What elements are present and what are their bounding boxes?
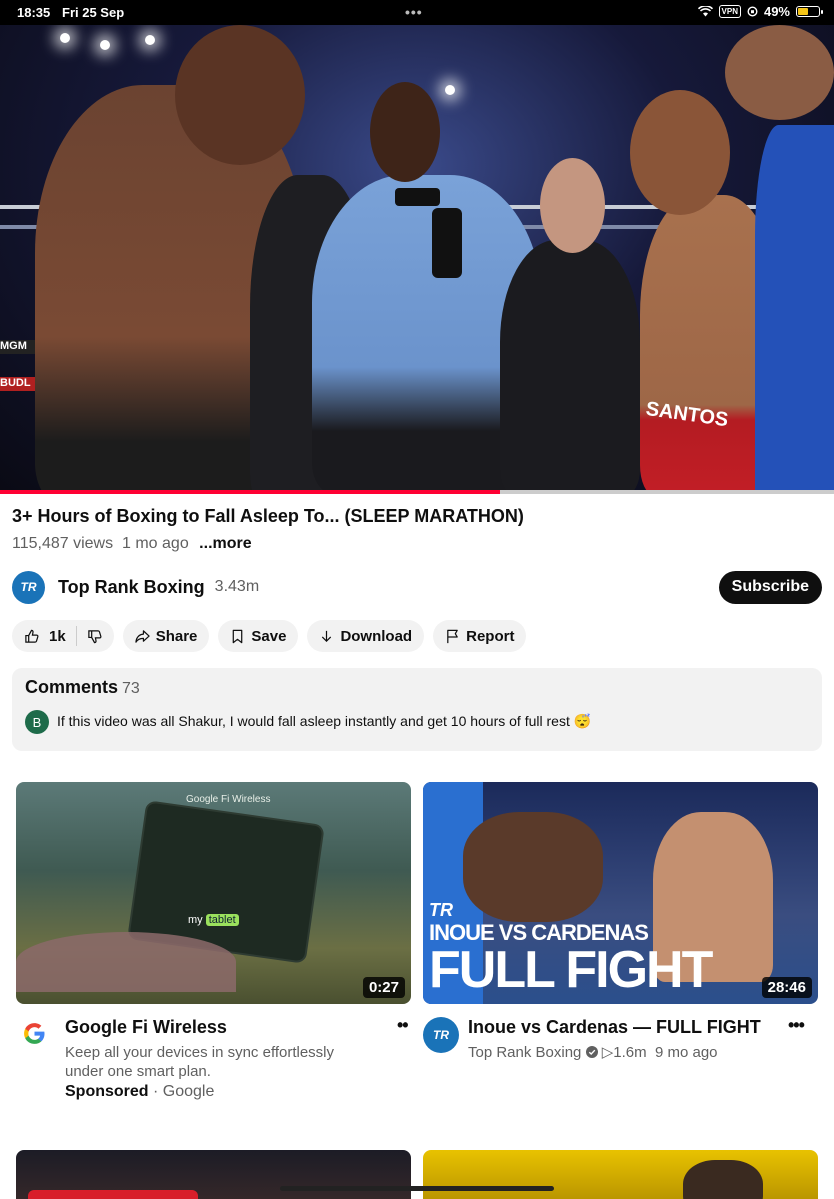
save-label: Save (251, 627, 287, 645)
thumbnail-tr-logo: TR (429, 900, 453, 920)
share-button[interactable]: Share (122, 620, 210, 652)
ad-sponsor-line: Sponsored · Google (65, 1083, 214, 1101)
battery-percent: 49% (763, 4, 790, 19)
recommended-age: 9 mo ago (654, 1044, 718, 1061)
video-title: 3+ Hours of Boxing to Fall Asleep To... … (12, 506, 524, 526)
ad-description: Keep all your devices in sync effortless… (65, 1044, 335, 1080)
like-button[interactable]: 1k (24, 628, 66, 645)
status-date: Fri 25 Sep (62, 5, 125, 20)
video-thumbnail-ad[interactable]: Google Fi Wireless my tablet 0:27 (16, 782, 411, 1004)
channel-name[interactable]: Top Rank Boxing (58, 577, 205, 598)
video-thumbnail-partial[interactable] (16, 1150, 411, 1199)
video-duration: 0:27 (362, 977, 405, 998)
report-label: Report (466, 627, 515, 645)
comments-heading-label: Comments (25, 677, 119, 697)
thumbs-down-icon[interactable] (87, 629, 102, 644)
status-time: 18:35 (17, 5, 51, 20)
google-logo-icon (22, 1021, 47, 1046)
like-divider (75, 626, 77, 646)
ad-title[interactable]: Google Fi Wireless (65, 1017, 227, 1038)
thumbnail-fighter-left (463, 812, 603, 922)
download-label: Download (340, 627, 413, 645)
more-options-icon[interactable]: ••• (788, 1015, 805, 1036)
report-button[interactable]: Report (433, 620, 527, 652)
tablet-label: my tablet (188, 914, 239, 926)
thumbs-up-icon (25, 629, 39, 643)
action-bar: 1k Share Save Download Report (12, 620, 527, 652)
comments-heading: Comments 73 (25, 677, 140, 698)
tablet-label-tablet: tablet (205, 914, 239, 926)
video-title-recommended[interactable]: Inoue vs Cardenas — FULL FIGHT (468, 1017, 761, 1038)
video-thumbnail[interactable]: TR INOUE VS CARDENAS FULL FIGHT 28:46 (423, 782, 818, 1004)
like-count: 1k (49, 627, 66, 645)
wifi-icon (697, 6, 713, 17)
download-button[interactable]: Download (307, 620, 425, 652)
battery-icon (796, 6, 823, 17)
orientation-lock-icon (747, 6, 758, 17)
recommended-channel-name: Top Rank Boxing (468, 1044, 582, 1061)
save-button[interactable]: Save (218, 620, 299, 652)
multitasking-dots[interactable]: ••• (405, 4, 423, 20)
channel-avatar[interactable]: TR (423, 1017, 459, 1053)
view-count: 115,487 views (12, 535, 114, 552)
comments-count: 73 (122, 680, 140, 697)
bookmark-icon (233, 629, 243, 643)
recommended-view-count: ▷1.6m (601, 1044, 647, 1061)
video-progress-bar[interactable] (0, 490, 834, 494)
octopus-tentacle (16, 932, 236, 992)
subscriber-count: 3.43m (214, 578, 260, 595)
verified-icon (585, 1046, 598, 1058)
video-player[interactable]: MGM BUDL SANTOS (0, 25, 834, 492)
sponsored-label: Sponsored (65, 1083, 149, 1100)
upload-age: 1 mo ago (122, 535, 189, 552)
channel-avatar[interactable]: TR (12, 570, 45, 604)
like-dislike-group: 1k (12, 620, 114, 652)
advertiser-name: · Google (153, 1083, 215, 1100)
video-meta: 115,487 views 1 mo ago ...more (12, 535, 252, 553)
flag-icon (447, 629, 458, 643)
comment-avatar: B (25, 710, 49, 734)
status-bar: 18:35 Fri 25 Sep ••• VPN 49% (0, 0, 834, 25)
status-right: VPN 49% (697, 4, 823, 19)
subscribe-button[interactable]: Subscribe (718, 570, 822, 604)
comments-panel[interactable]: Comments 73 B If this video was all Shaku… (12, 668, 822, 751)
share-icon (135, 629, 150, 643)
more-options-icon[interactable]: •• (397, 1015, 409, 1036)
share-label: Share (155, 627, 198, 645)
download-icon (322, 630, 332, 642)
tablet-label-my: my (188, 914, 203, 926)
vpn-badge: VPN (718, 5, 741, 18)
thumbnail-subheadline: FULL FIGHT (429, 941, 713, 999)
video-duration: 28:46 (761, 977, 812, 998)
google-fi-brand: Google Fi Wireless (186, 794, 271, 805)
home-indicator[interactable] (280, 1186, 554, 1191)
video-thumbnail-partial[interactable] (423, 1150, 818, 1199)
more-description-link[interactable]: ...more (199, 535, 251, 552)
top-comment-text: If this video was all Shakur, I would fa… (57, 713, 592, 729)
channel-row: TR Top Rank Boxing 3.43m Subscribe (12, 570, 822, 604)
video-meta-recommended: Top Rank Boxing ▷1.6m 9 mo ago (468, 1043, 718, 1062)
